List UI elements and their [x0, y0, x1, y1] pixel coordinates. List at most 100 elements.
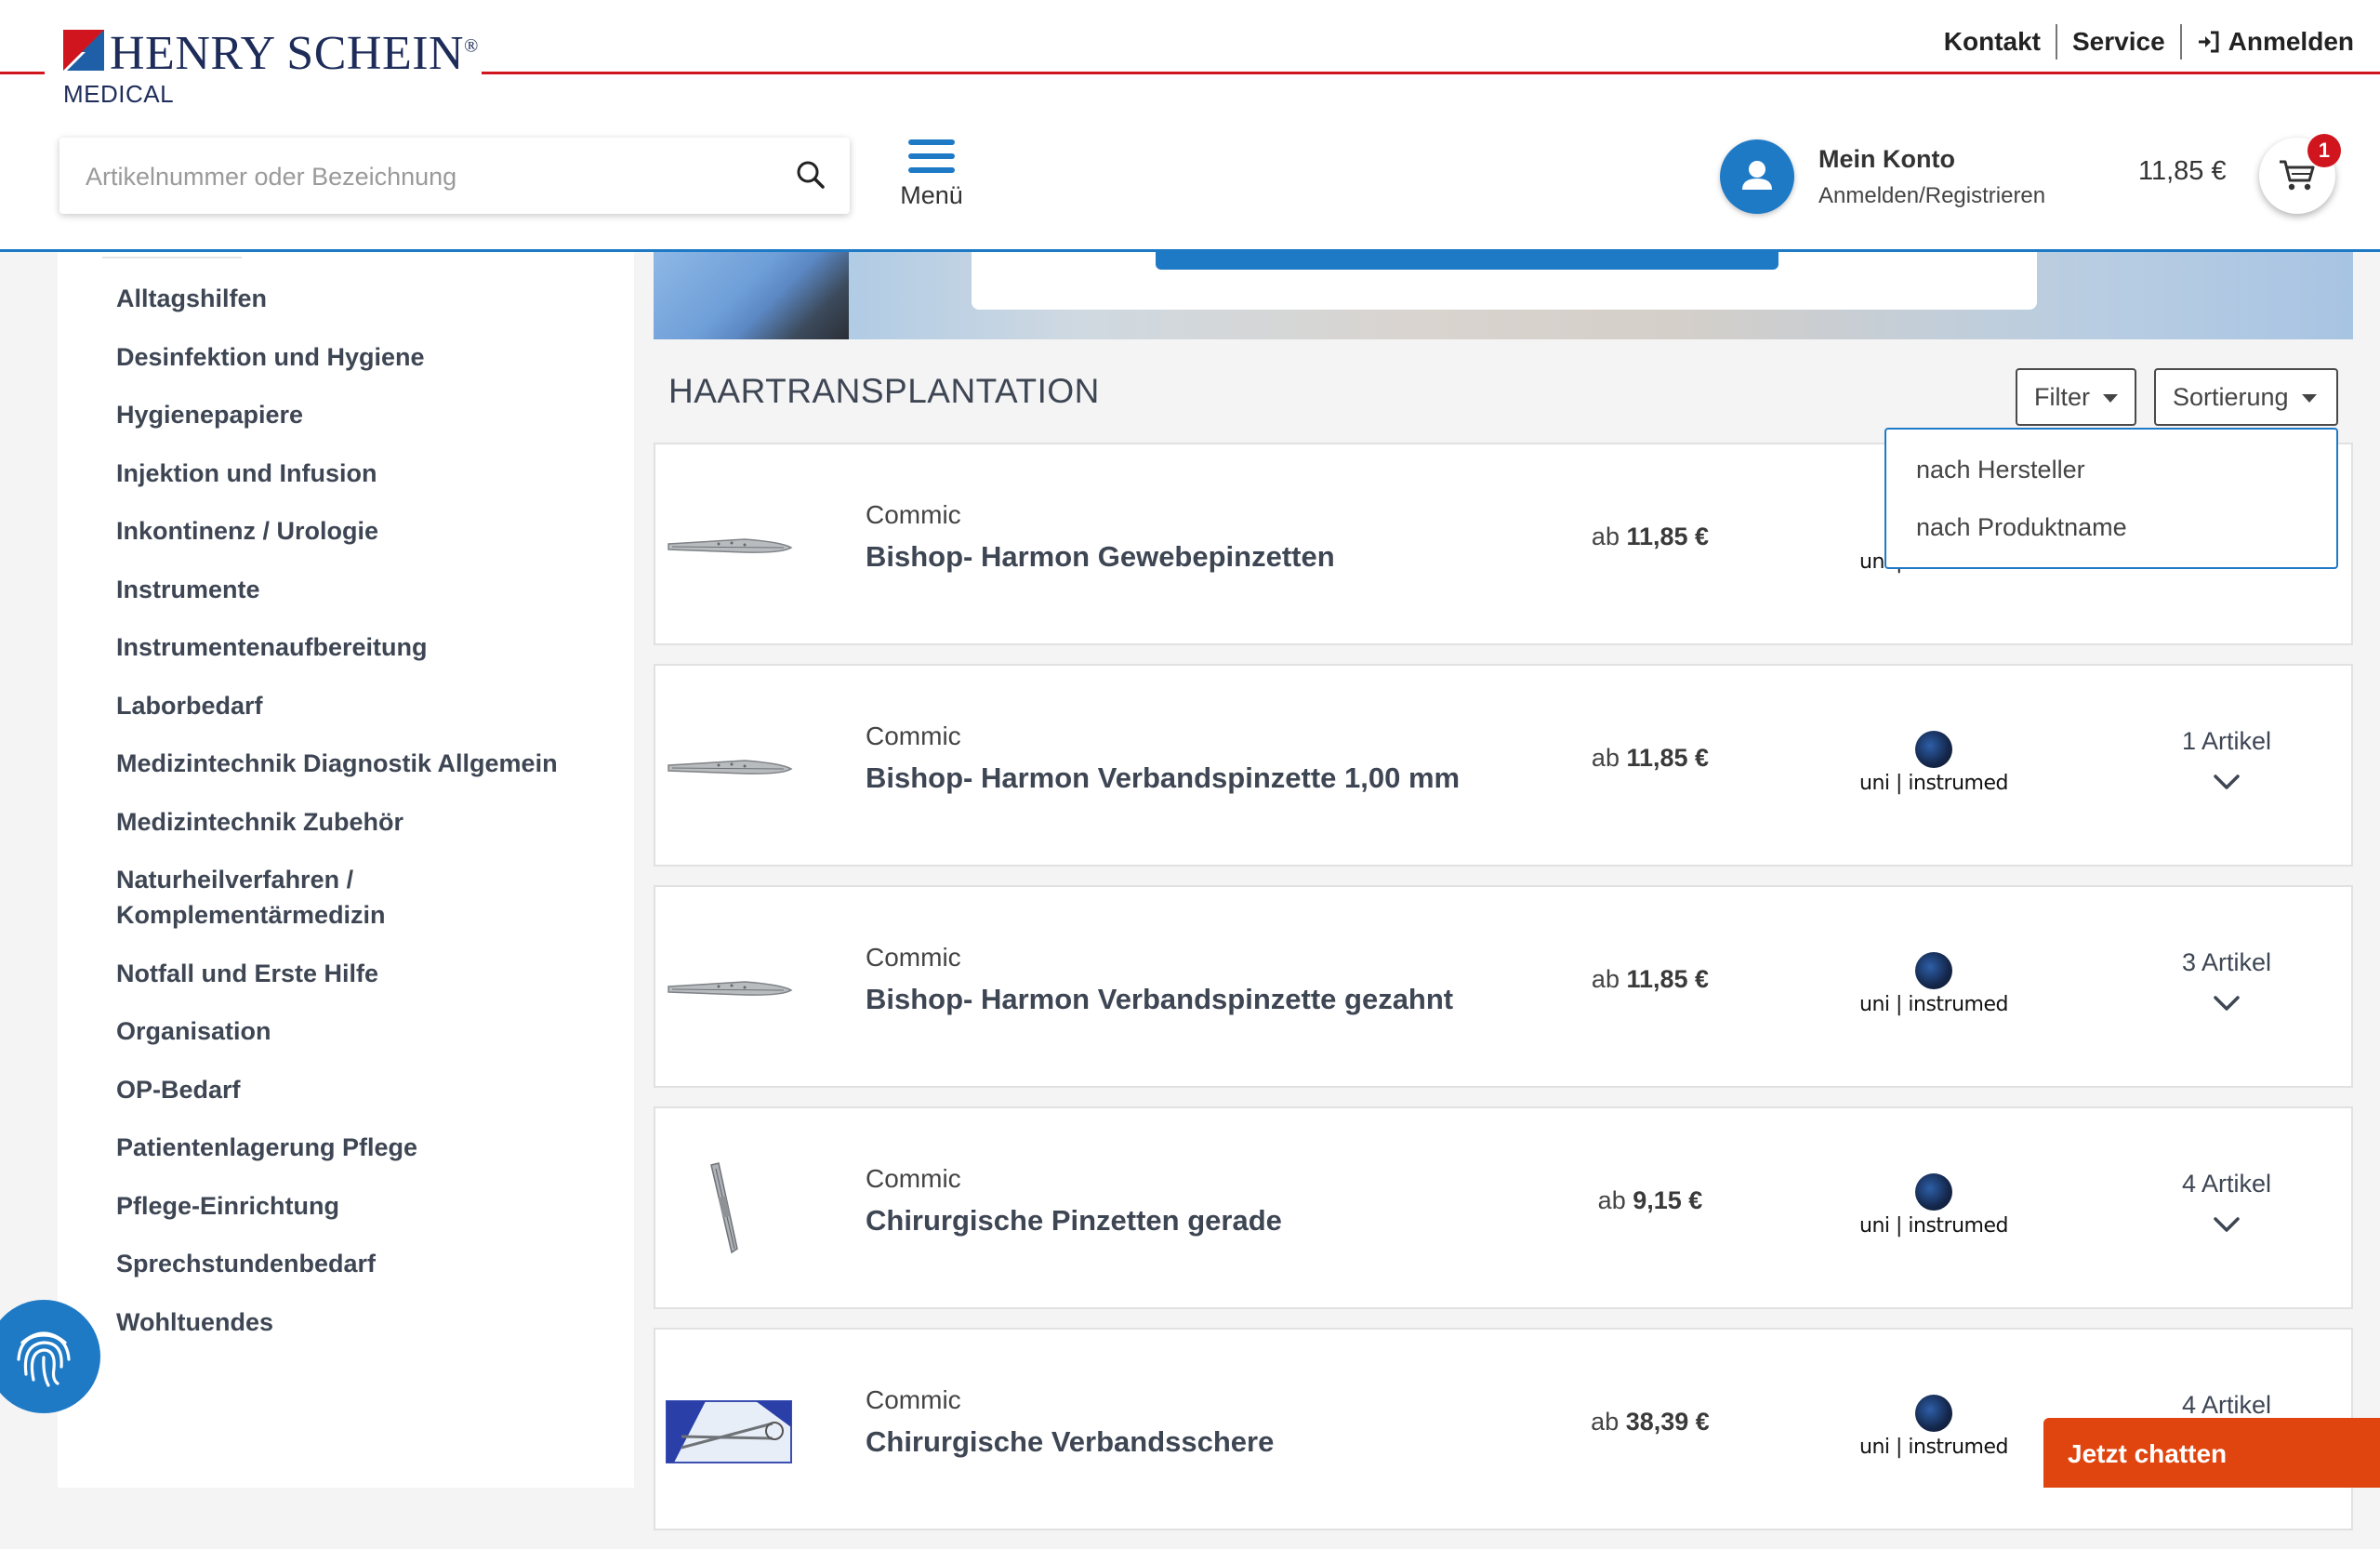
- sidebar-item-injektion[interactable]: Injektion und Infusion: [116, 456, 618, 491]
- manufacturer-logo: uni | instrumed: [1855, 1173, 2013, 1238]
- fingerprint-icon: [17, 1331, 71, 1387]
- user-icon: [1720, 139, 1794, 214]
- product-name[interactable]: Bishop- Harmon Verbandspinzette gezahnt: [866, 983, 1453, 1016]
- henry-schein-logo[interactable]: HENRY SCHEIN® MEDICAL: [45, 9, 482, 113]
- cart-button[interactable]: 1: [2259, 134, 2341, 214]
- sort-option-hersteller[interactable]: nach Hersteller: [1886, 441, 2336, 498]
- sidebar-item-wohltuendes[interactable]: Wohltuendes: [116, 1304, 618, 1340]
- product-row[interactable]: Commic Chirurgische Pinzetten gerade ab …: [654, 1106, 2353, 1309]
- product-name[interactable]: Bishop- Harmon Gewebepinzetten: [866, 540, 1335, 574]
- caret-down-icon: [2301, 393, 2317, 403]
- sort-label: Sortierung: [2173, 382, 2289, 411]
- sign-in-icon: [2198, 31, 2219, 53]
- product-name[interactable]: Bishop- Harmon Verbandspinzette 1,00 mm: [866, 761, 1460, 795]
- logo-subtitle: MEDICAL: [63, 80, 175, 108]
- sidebar-item-laborbedarf[interactable]: Laborbedarf: [116, 688, 618, 723]
- category-list: Alltagshilfen Desinfektion und Hygiene H…: [116, 281, 618, 1362]
- cart-count-badge: 1: [2307, 134, 2341, 167]
- category-sidebar: Alltagshilfen Desinfektion und Hygiene H…: [58, 249, 634, 1488]
- globe-icon: [1915, 952, 1952, 989]
- sidebar-item-medizintechnik-diagnostik[interactable]: Medizintechnik Diagnostik Allgemein: [116, 746, 618, 781]
- scissors-package-icon: [666, 1400, 792, 1463]
- sidebar-item-medizintechnik-zubehoer[interactable]: Medizintechnik Zubehör: [116, 804, 618, 840]
- filter-label: Filter: [2034, 382, 2090, 411]
- manufacturer-logo: uni | instrumed: [1855, 1395, 2013, 1460]
- sidebar-item-naturheilverfahren[interactable]: Naturheilverfahren / Komplementärmedizin: [116, 862, 395, 933]
- sidebar-item-instrumentenaufbereitung[interactable]: Instrumentenaufbereitung: [116, 629, 618, 665]
- contact-link[interactable]: Kontakt: [1929, 27, 2056, 57]
- product-brand: Commic: [866, 1385, 961, 1414]
- sidebar-divider: [102, 257, 242, 258]
- product-name[interactable]: Chirurgische Verbandsschere: [866, 1425, 1274, 1459]
- globe-icon: [1915, 1173, 1952, 1211]
- product-price: ab 11,85 €: [1591, 744, 1710, 772]
- account-title: Mein Konto: [1818, 144, 1955, 173]
- sort-dropdown-button[interactable]: Sortierung: [2154, 368, 2338, 426]
- sidebar-item-inkontinenz[interactable]: Inkontinenz / Urologie: [116, 513, 618, 549]
- product-row[interactable]: Commic Bishop- Harmon Verbandspinzette 1…: [654, 664, 2353, 867]
- banner-cta-button[interactable]: [1156, 249, 1778, 270]
- chevron-down-icon[interactable]: [2210, 770, 2243, 794]
- chat-button[interactable]: Jetzt chatten: [2043, 1418, 2380, 1488]
- tweezers-icon: [710, 1162, 738, 1254]
- hamburger-icon: [908, 139, 955, 173]
- manufacturer-logo: uni | instrumed: [1855, 731, 2013, 796]
- category-banner: [654, 249, 2353, 339]
- sidebar-item-op-bedarf[interactable]: OP-Bedarf: [116, 1072, 618, 1107]
- banner-image: [654, 249, 849, 339]
- sidebar-item-patientenlagerung[interactable]: Patientenlagerung Pflege: [116, 1130, 618, 1165]
- login-link[interactable]: Anmelden: [2182, 27, 2369, 57]
- product-list: Commic Bishop- Harmon Gewebepinzetten ab…: [654, 443, 2353, 1549]
- cart-icon: [2280, 160, 2315, 191]
- product-brand: Commic: [866, 943, 961, 972]
- menu-label: Menü: [900, 181, 963, 209]
- product-brand: Commic: [866, 500, 961, 529]
- product-price: ab 9,15 €: [1597, 1186, 1703, 1214]
- menu-button[interactable]: Menü: [892, 136, 971, 225]
- article-count[interactable]: 4 Artikel: [2143, 1170, 2310, 1198]
- top-links: Kontakt Service Anmelden: [1929, 24, 2369, 60]
- filter-dropdown-button[interactable]: Filter: [2016, 368, 2136, 426]
- product-brand: Commic: [866, 722, 961, 750]
- forceps-icon: [668, 760, 793, 774]
- sort-option-produktname[interactable]: nach Produktname: [1886, 498, 2336, 556]
- chevron-down-icon[interactable]: [2210, 1212, 2243, 1237]
- account-subtitle: Anmelden/Registrieren: [1818, 182, 2046, 208]
- site-header: HENRY SCHEIN® MEDICAL Kontakt Service An…: [0, 0, 2380, 252]
- sidebar-item-pflege-einrichtung[interactable]: Pflege-Einrichtung: [116, 1188, 618, 1224]
- chevron-down-icon[interactable]: [2210, 991, 2243, 1015]
- product-price: ab 11,85 €: [1591, 523, 1710, 550]
- product-name[interactable]: Chirurgische Pinzetten gerade: [866, 1204, 1282, 1238]
- product-row[interactable]: Commic Bishop- Harmon Verbandspinzette g…: [654, 885, 2353, 1088]
- login-label: Anmelden: [2228, 27, 2354, 56]
- sidebar-item-notfall[interactable]: Notfall und Erste Hilfe: [116, 956, 618, 991]
- sidebar-item-organisation[interactable]: Organisation: [116, 1013, 618, 1049]
- article-count[interactable]: 1 Artikel: [2143, 727, 2310, 756]
- product-price: ab 11,85 €: [1591, 965, 1710, 993]
- logo-mark-icon: [63, 30, 104, 71]
- sidebar-item-alltagshilfen[interactable]: Alltagshilfen: [116, 281, 618, 316]
- caret-down-icon: [2103, 393, 2118, 403]
- search-box: [60, 138, 850, 214]
- product-price: ab 38,39 €: [1591, 1408, 1710, 1436]
- search-input[interactable]: [84, 156, 775, 197]
- page-title: HAARTRANSPLANTATION: [668, 372, 1100, 410]
- globe-icon: [1915, 731, 1952, 768]
- logo-wordmark: HENRY SCHEIN®: [110, 27, 479, 80]
- article-count[interactable]: 3 Artikel: [2143, 948, 2310, 977]
- sidebar-item-instrumente[interactable]: Instrumente: [116, 572, 618, 607]
- service-link[interactable]: Service: [2057, 27, 2180, 57]
- manufacturer-logo: uni | instrumed: [1855, 952, 2013, 1017]
- product-brand: Commic: [866, 1164, 961, 1193]
- sort-dropdown-menu: nach Hersteller nach Produktname: [1884, 428, 2338, 569]
- forceps-icon: [668, 538, 793, 553]
- sidebar-item-desinfektion[interactable]: Desinfektion und Hygiene: [116, 339, 618, 375]
- globe-icon: [1915, 1395, 1952, 1432]
- cart-total: 11,85 €: [2138, 156, 2227, 186]
- article-count[interactable]: 4 Artikel: [2143, 1391, 2310, 1420]
- sidebar-item-hygienepapiere[interactable]: Hygienepapiere: [116, 397, 618, 432]
- account-menu[interactable]: Mein Konto Anmelden/Registrieren: [1720, 139, 2045, 214]
- search-icon[interactable]: [792, 156, 829, 193]
- sidebar-item-sprechstundenbedarf[interactable]: Sprechstundenbedarf: [116, 1246, 618, 1281]
- forceps-icon: [668, 981, 793, 996]
